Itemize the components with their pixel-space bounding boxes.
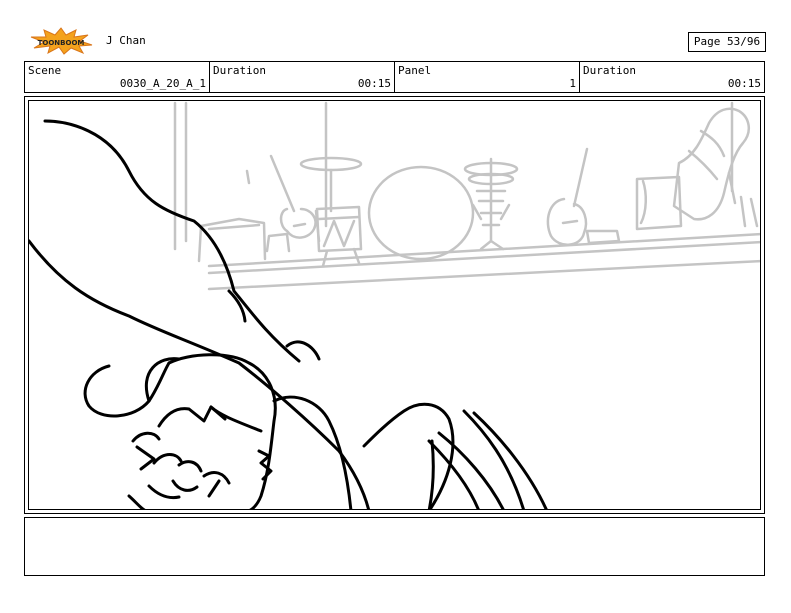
storyboard-sketch	[29, 101, 760, 509]
panel-value: 1	[569, 77, 576, 90]
storyboard-panel	[28, 100, 761, 510]
panel-label: Panel	[398, 64, 432, 77]
scene-cell: Scene 0030_A_20_A_1	[25, 62, 210, 92]
logo-text: TOONBOOM	[38, 39, 85, 47]
cymbal	[299, 156, 363, 172]
duration-cell: Duration 00:15	[210, 62, 395, 92]
bass-drum	[367, 165, 475, 261]
panel-cell: Panel 1	[395, 62, 580, 92]
page-indicator: Page 53/96	[688, 32, 766, 52]
scene-label: Scene	[28, 64, 62, 77]
character-shoulder	[362, 402, 455, 509]
character-hair-curl	[83, 361, 171, 418]
duration2-cell: Duration 00:15	[580, 62, 764, 92]
duration-value: 00:15	[357, 77, 391, 90]
info-table: Scene 0030_A_20_A_1 Duration 00:15 Panel…	[24, 61, 765, 93]
keyboard-case	[672, 107, 751, 221]
stage-edge	[207, 232, 760, 268]
character-hair-plume	[43, 119, 301, 363]
author-name: J Chan	[106, 34, 146, 47]
toonboom-logo: TOONBOOM	[30, 27, 93, 55]
duration2-label: Duration	[583, 64, 636, 77]
notes-box	[24, 517, 765, 576]
guitar-right	[546, 147, 589, 246]
duration2-value: 00:15	[727, 77, 761, 90]
scene-value: 0030_A_20_A_1	[119, 77, 206, 90]
duration-label: Duration	[213, 64, 266, 77]
character-face	[131, 431, 161, 443]
storyboard-panel-frame	[24, 96, 765, 514]
